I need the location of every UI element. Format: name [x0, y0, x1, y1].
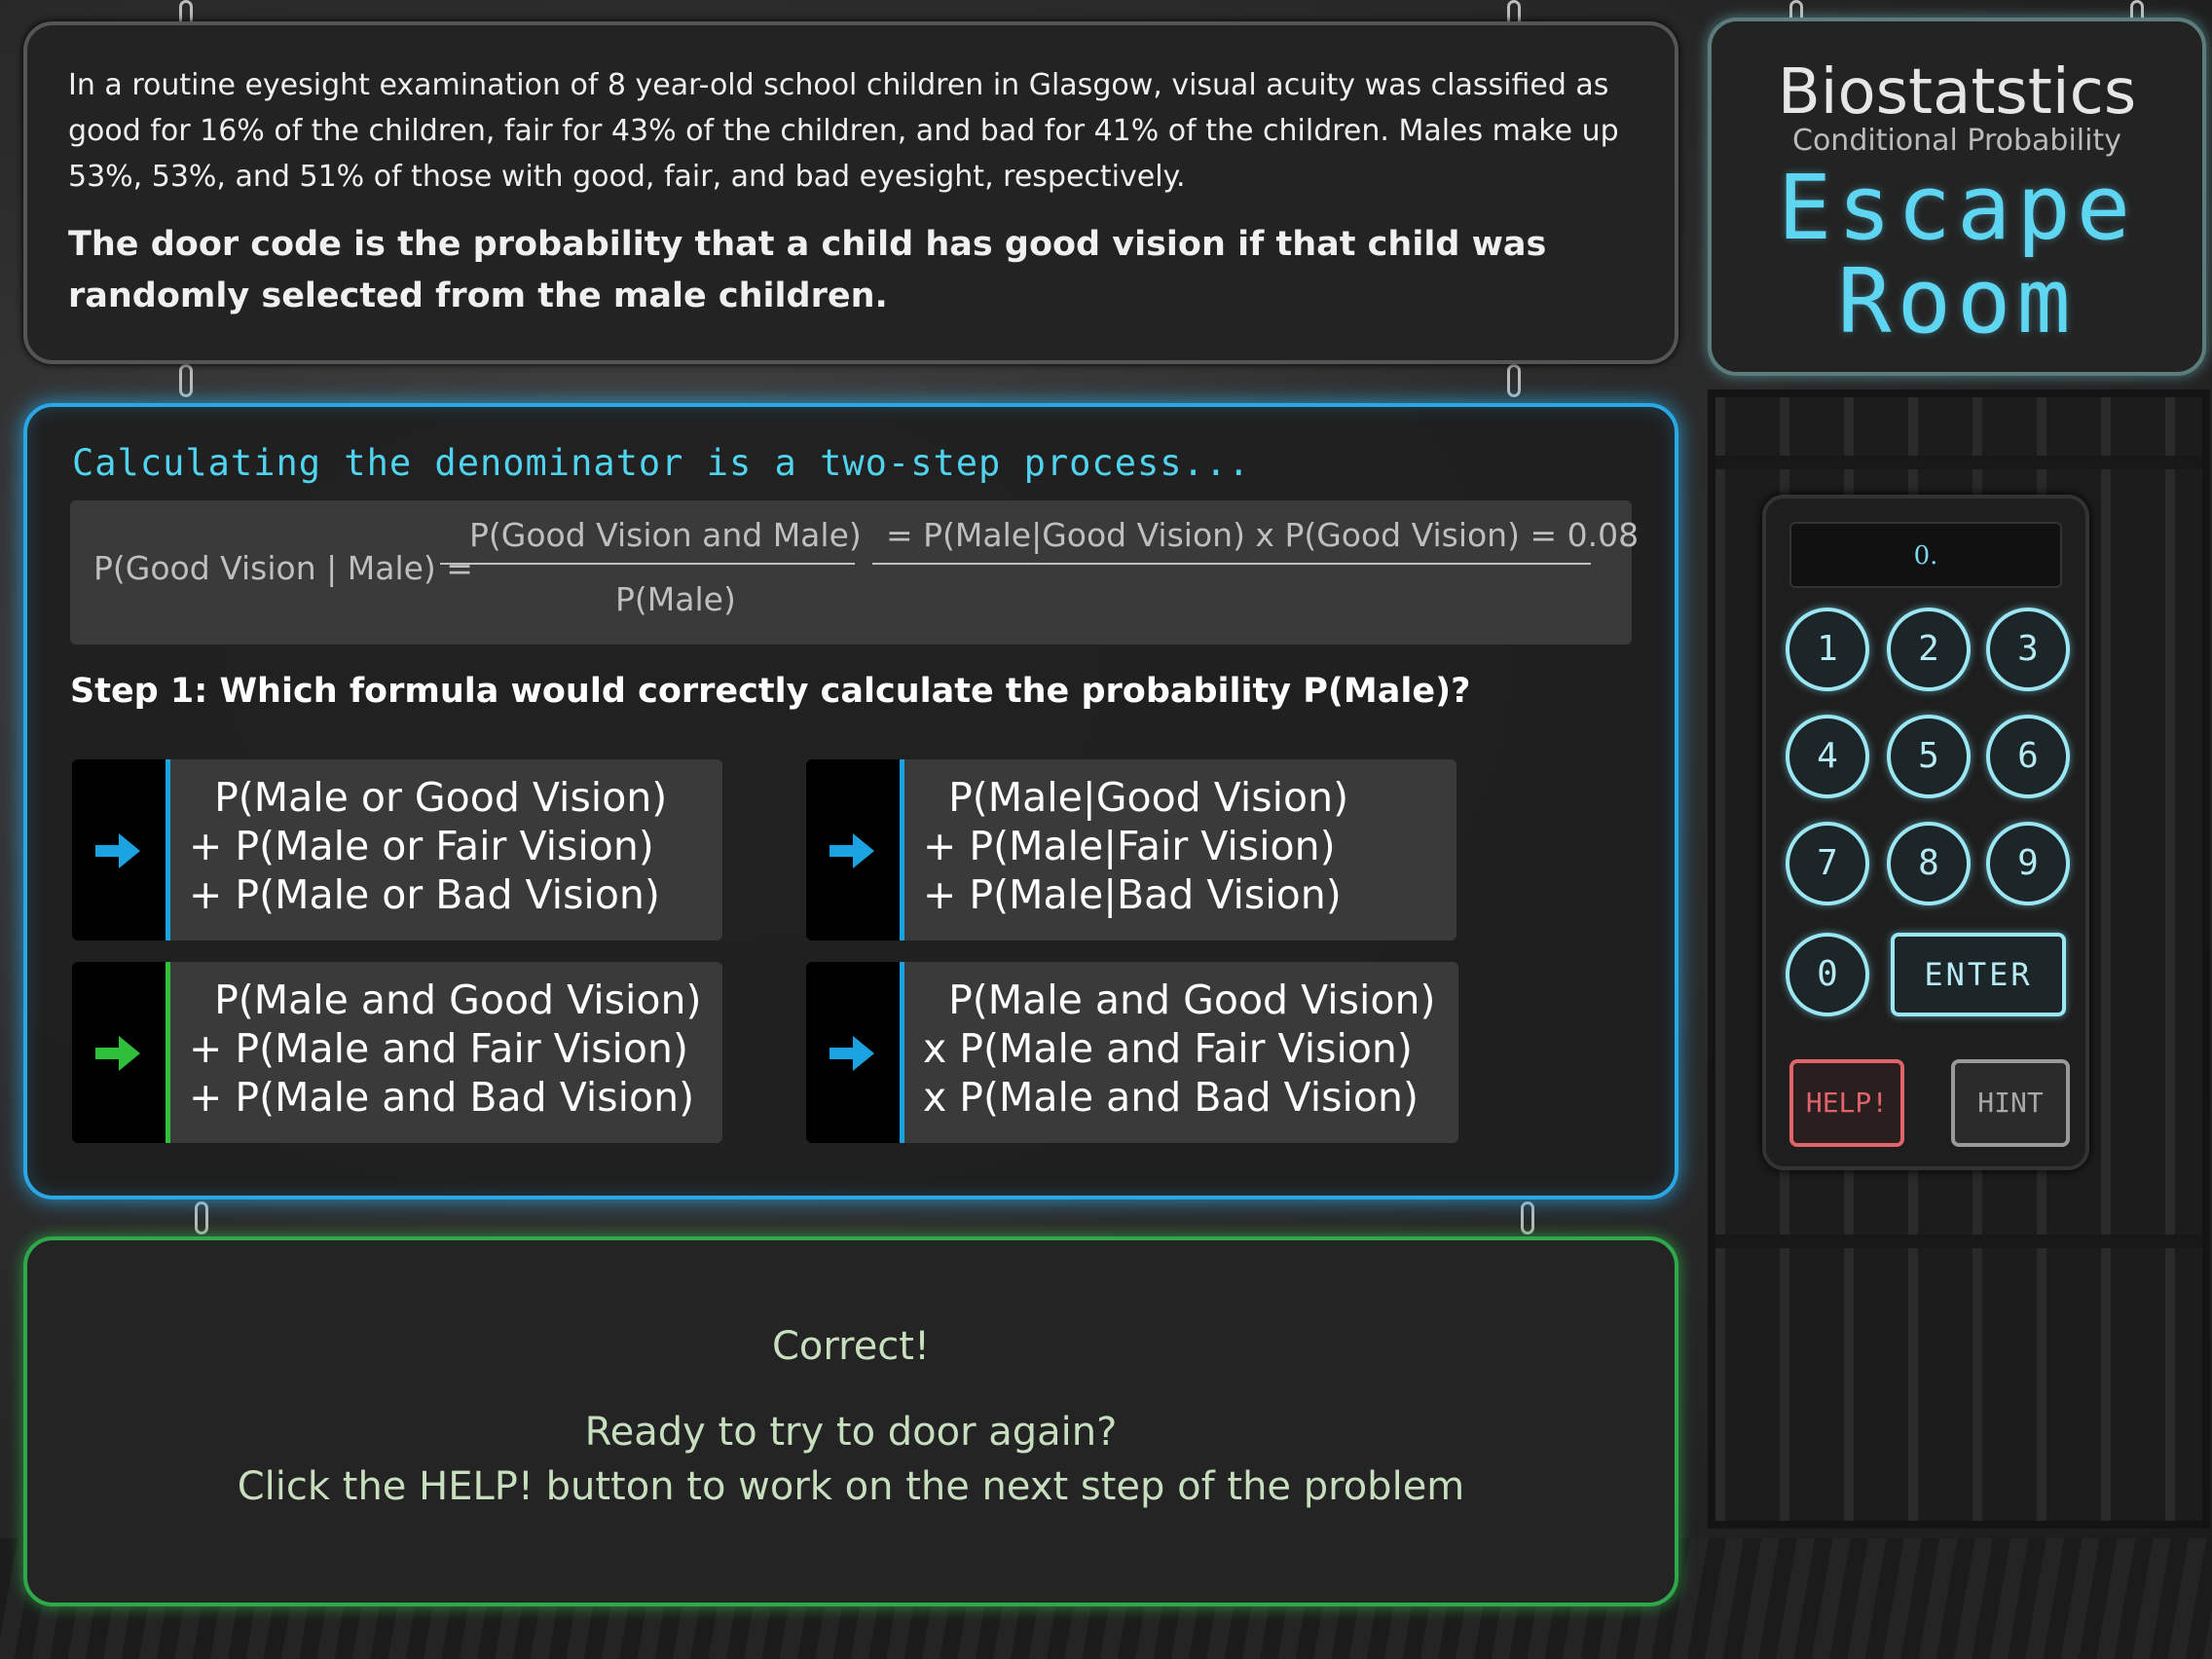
key-4[interactable]: 4	[1786, 715, 1869, 798]
problem-question: The door code is the probability that a …	[68, 225, 1547, 315]
chain-decoration	[1507, 364, 1521, 397]
key-5[interactable]: 5	[1887, 715, 1971, 798]
formula-denominator: P(Male)	[615, 580, 736, 618]
chain-decoration	[179, 364, 193, 397]
key-8[interactable]: 8	[1887, 822, 1971, 905]
answer-option-b[interactable]: P(Male|Good Vision) + P(Male|Fair Vision…	[806, 759, 1456, 940]
key-7[interactable]: 7	[1786, 822, 1869, 905]
key-6[interactable]: 6	[1986, 715, 2070, 798]
arrow-right-icon	[830, 833, 874, 868]
arrow-column	[72, 962, 170, 1143]
answer-option-c[interactable]: P(Male and Good Vision) + P(Male and Fai…	[72, 962, 722, 1143]
answer-option-a[interactable]: P(Male or Good Vision) + P(Male or Fair …	[72, 759, 722, 940]
key-3[interactable]: 3	[1986, 608, 2070, 691]
arrow-column	[806, 759, 904, 940]
title-escape-line2: Room	[1837, 249, 2077, 353]
formula-rhs: = P(Male|Good Vision) x P(Good Vision) =…	[886, 516, 1640, 554]
key-9[interactable]: 9	[1986, 822, 2070, 905]
door-crossbar	[1715, 1235, 2202, 1248]
arrow-right-icon	[95, 1036, 140, 1071]
title-escape-room: Escape Room	[1712, 162, 2202, 349]
option-text: P(Male and Good Vision) x P(Male and Fai…	[923, 977, 1436, 1121]
answer-option-d[interactable]: P(Male and Good Vision) x P(Male and Fai…	[806, 962, 1458, 1143]
title-subtitle: Conditional Probability	[1792, 124, 2121, 158]
option-text: P(Male|Good Vision) + P(Male|Fair Vision…	[923, 774, 1349, 918]
arrow-right-icon	[95, 833, 140, 868]
formula-numerator: P(Good Vision and Male)	[469, 516, 862, 554]
chain-decoration	[195, 1201, 208, 1235]
arrow-column	[72, 759, 170, 940]
fraction-bar	[440, 563, 855, 565]
problem-text: In a routine eyesight examination of 8 y…	[68, 68, 1619, 194]
feedback-panel: Correct! Ready to try to door again? Cli…	[23, 1236, 1678, 1606]
keypad-display: 0.	[1789, 522, 2062, 588]
keypad: 0. 1 2 3 4 5 6 7 8 9 0 ENTER HELP! HINT	[1762, 495, 2089, 1170]
key-2[interactable]: 2	[1887, 608, 1971, 691]
option-text: P(Male or Good Vision) + P(Male or Fair …	[189, 774, 668, 918]
key-0[interactable]: 0	[1786, 933, 1869, 1016]
arrow-right-icon	[830, 1036, 874, 1071]
problem-panel: In a routine eyesight examination of 8 y…	[23, 21, 1678, 364]
feedback-line1: Ready to try to door again?	[584, 1410, 1118, 1455]
hint-button[interactable]: HINT	[1951, 1059, 2070, 1147]
key-1[interactable]: 1	[1786, 608, 1869, 691]
feedback-line2: Click the HELP! button to work on the ne…	[237, 1464, 1465, 1509]
formula-underline	[872, 563, 1591, 565]
step-heading: Calculating the denominator is a two-ste…	[72, 442, 1251, 484]
chain-decoration	[1521, 1201, 1534, 1235]
formula-lhs: P(Good Vision | Male) =	[93, 549, 473, 587]
arrow-column	[806, 962, 904, 1143]
step1-question: Step 1: Which formula would correctly ca…	[70, 672, 1471, 711]
feedback-correct: Correct!	[771, 1324, 931, 1369]
formula-box: P(Good Vision | Male) = P(Good Vision an…	[70, 500, 1639, 645]
title-main: Biostatstics	[1777, 56, 2137, 129]
help-button[interactable]: HELP!	[1789, 1059, 1904, 1147]
door-crossbar	[1715, 456, 2202, 469]
step-panel: Calculating the denominator is a two-ste…	[23, 403, 1678, 1199]
enter-button[interactable]: ENTER	[1891, 933, 2066, 1016]
title-panel: Biostatstics Conditional Probability Esc…	[1708, 18, 2206, 376]
title-escape-line1: Escape	[1777, 156, 2137, 260]
option-text: P(Male and Good Vision) + P(Male and Fai…	[189, 977, 702, 1121]
